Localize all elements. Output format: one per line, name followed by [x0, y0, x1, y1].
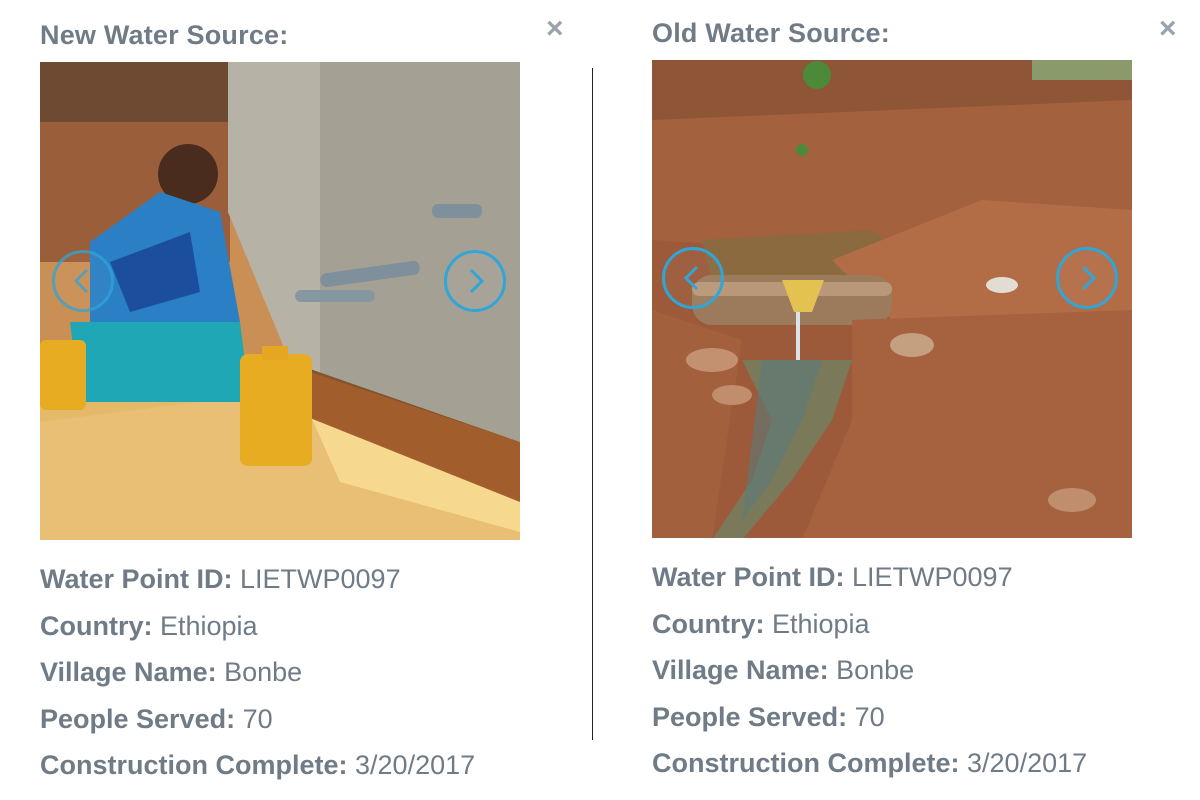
chevron-left-icon [683, 265, 699, 291]
water-point-id-row: Water Point ID: LIETWP0097 [40, 564, 401, 594]
previous-photo-button[interactable] [662, 247, 724, 309]
construction-complete-row: Construction Complete: 3/20/2017 [652, 748, 1088, 778]
old-water-source-photo [652, 60, 1132, 538]
village-name-row: Village Name: Bonbe [652, 655, 915, 685]
previous-photo-button[interactable] [52, 250, 114, 312]
water-point-details: Water Point ID: LIETWP0097 Country: Ethi… [652, 554, 1087, 787]
village-name-row: Village Name: Bonbe [40, 657, 303, 687]
next-photo-button[interactable] [444, 250, 506, 312]
new-water-source-panel: New Water Source: × Water Point ID: LIET… [0, 0, 564, 800]
people-served-row: People Served: 70 [652, 701, 885, 732]
close-icon[interactable]: × [546, 14, 564, 44]
country-row: Country: Ethiopia [652, 608, 870, 639]
water-point-id-row: Water Point ID: LIETWP0097 [652, 562, 1013, 592]
panel-divider [592, 68, 593, 740]
panel-title: New Water Source: [40, 20, 289, 50]
old-water-source-panel: Old Water Source: × Water Point ID: LIET… [612, 0, 1177, 800]
chevron-right-icon [469, 268, 485, 294]
chevron-right-icon [1081, 265, 1097, 291]
construction-complete-row: Construction Complete: 3/20/2017 [40, 750, 476, 780]
panel-title: Old Water Source: [652, 18, 890, 48]
new-water-source-photo [40, 62, 520, 540]
country-row: Country: Ethiopia [40, 610, 258, 641]
people-served-row: People Served: 70 [40, 703, 273, 734]
water-point-details: Water Point ID: LIETWP0097 Country: Ethi… [40, 556, 475, 789]
close-icon[interactable]: × [1159, 14, 1177, 44]
chevron-left-icon [73, 268, 89, 294]
next-photo-button[interactable] [1056, 247, 1118, 309]
